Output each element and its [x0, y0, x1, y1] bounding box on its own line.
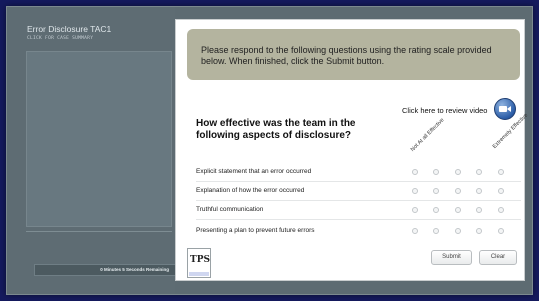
rating-radio-3[interactable]	[455, 169, 461, 175]
row-divider	[196, 219, 521, 220]
rating-radio-5[interactable]	[498, 188, 504, 194]
app-frame: Error Disclosure TAC1 CLICK FOR CASE SUM…	[6, 6, 533, 295]
submit-button[interactable]: Submit	[431, 250, 472, 265]
rating-radio-4[interactable]	[476, 169, 482, 175]
review-video-label[interactable]: Click here to review video	[402, 106, 487, 115]
clear-button[interactable]: Clear	[479, 250, 517, 265]
rating-radio-5[interactable]	[498, 169, 504, 175]
rating-item-label: Presenting a plan to prevent future erro…	[196, 227, 315, 234]
rating-row: Explicit statement that an error occurre…	[196, 166, 516, 178]
rating-row: Presenting a plan to prevent future erro…	[196, 225, 516, 237]
rating-row: Explanation of how the error occurred	[196, 185, 516, 197]
tps-logo-icon: TPS	[187, 248, 211, 278]
case-title: Error Disclosure TAC1	[27, 24, 112, 34]
video-review-icon[interactable]	[494, 98, 516, 120]
rating-radio-4[interactable]	[476, 188, 482, 194]
rating-radio-1[interactable]	[412, 188, 418, 194]
question-heading: How effective was the team in the follow…	[196, 118, 356, 141]
sidebar: Error Disclosure TAC1 CLICK FOR CASE SUM…	[7, 7, 176, 294]
case-summary-link[interactable]: CLICK FOR CASE SUMMARY	[27, 36, 93, 41]
logo-caption-bar	[189, 272, 209, 276]
rating-item-label: Truthful communication	[196, 206, 264, 213]
rating-radio-1[interactable]	[412, 207, 418, 213]
survey-panel: Please respond to the following question…	[175, 19, 529, 281]
rating-radio-2[interactable]	[433, 188, 439, 194]
rating-radio-2[interactable]	[433, 169, 439, 175]
timer-remaining: 0 Minutes 5 Seconds Remaining	[34, 264, 176, 276]
sidebar-panel	[26, 51, 172, 227]
rating-radio-5[interactable]	[498, 228, 504, 234]
rating-radio-2[interactable]	[433, 207, 439, 213]
scale-label-low: Not At all Effective	[409, 117, 446, 153]
rating-radio-3[interactable]	[455, 228, 461, 234]
rating-radio-4[interactable]	[476, 228, 482, 234]
rating-item-label: Explanation of how the error occurred	[196, 187, 305, 194]
rating-radio-1[interactable]	[412, 169, 418, 175]
rating-radio-4[interactable]	[476, 207, 482, 213]
rating-radio-3[interactable]	[455, 188, 461, 194]
rating-radio-3[interactable]	[455, 207, 461, 213]
rating-item-label: Explicit statement that an error occurre…	[196, 168, 312, 175]
rating-radio-2[interactable]	[433, 228, 439, 234]
rating-radio-5[interactable]	[498, 207, 504, 213]
rating-radio-1[interactable]	[412, 228, 418, 234]
camera-icon	[499, 106, 511, 112]
row-divider	[196, 181, 521, 182]
row-divider	[196, 200, 521, 201]
logo-text: TPS	[190, 255, 210, 265]
rating-row: Truthful communication	[196, 204, 516, 216]
sidebar-divider	[26, 231, 172, 232]
instructions-box: Please respond to the following question…	[187, 29, 520, 80]
